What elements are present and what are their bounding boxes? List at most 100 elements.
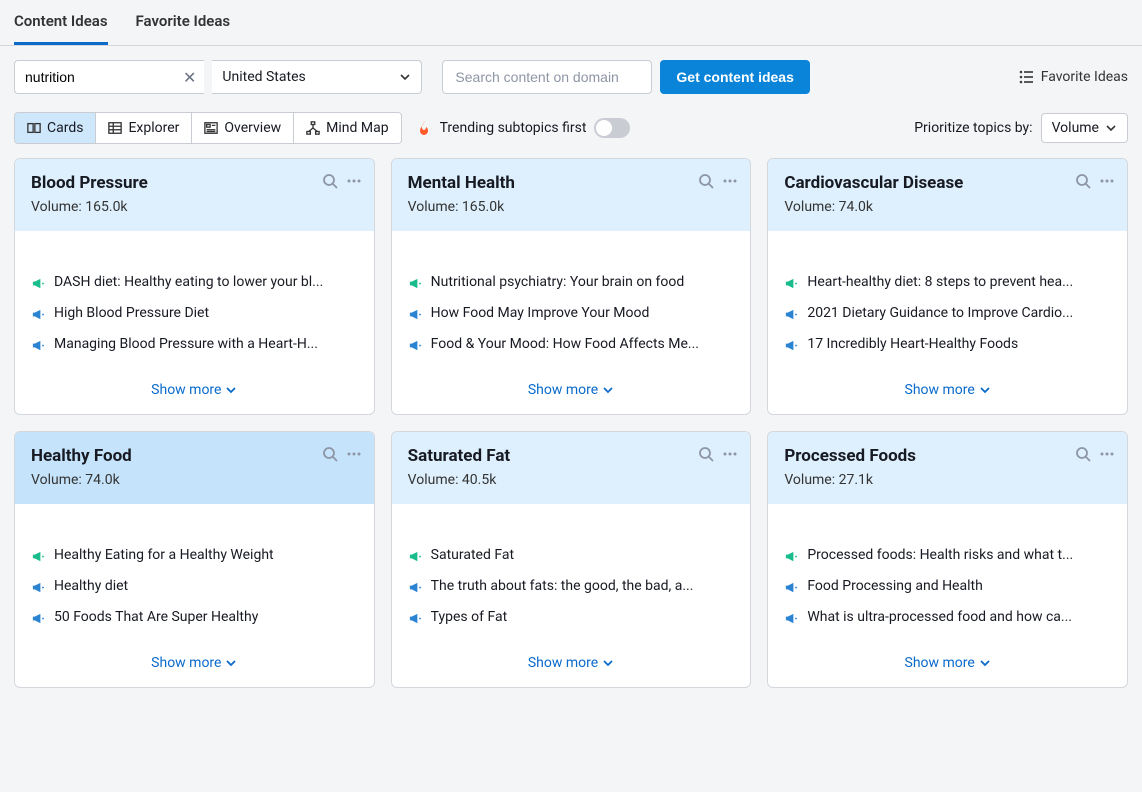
idea-text: 50 Foods That Are Super Healthy [54,609,258,625]
prioritize-select[interactable]: Volume [1041,113,1128,143]
more-icon[interactable] [1099,173,1115,189]
view-mindmap[interactable]: Mind Map [294,113,400,143]
topic-card: Healthy FoodVolume: 74.0k Healthy Eating … [14,431,375,688]
idea-text: How Food May Improve Your Mood [431,305,650,321]
bullhorn-icon [31,549,46,564]
idea-row[interactable]: Nutritional psychiatry: Your brain on fo… [408,267,735,298]
flame-icon [416,120,432,136]
idea-row[interactable]: Saturated Fat [408,540,735,571]
search-icon[interactable] [1075,446,1091,462]
card-header[interactable]: Saturated FatVolume: 40.5k [392,432,751,504]
domain-input[interactable] [442,60,652,94]
tab-favorite-ideas[interactable]: Favorite Ideas [136,0,231,45]
more-icon[interactable] [722,173,738,189]
idea-row[interactable]: How Food May Improve Your Mood [408,298,735,329]
idea-row[interactable]: Healthy Eating for a Healthy Weight [31,540,358,571]
show-more-link[interactable]: Show more [392,370,751,414]
search-toolbar: ✕ United States Get content ideas Favori… [0,46,1142,104]
card-header[interactable]: Blood PressureVolume: 165.0k [15,159,374,231]
idea-row[interactable]: DASH diet: Healthy eating to lower your … [31,267,358,298]
get-content-ideas-button[interactable]: Get content ideas [660,60,809,94]
tab-content-ideas[interactable]: Content Ideas [14,0,108,45]
idea-row[interactable]: High Blood Pressure Diet [31,298,358,329]
search-icon[interactable] [698,446,714,462]
card-title: Mental Health [408,173,735,193]
bullhorn-icon [31,307,46,322]
show-more-link[interactable]: Show more [15,370,374,414]
idea-text: Healthy Eating for a Healthy Weight [54,547,274,563]
card-title: Cardiovascular Disease [784,173,1111,193]
idea-row[interactable]: Healthy diet [31,571,358,602]
view-overview[interactable]: Overview [192,113,294,143]
bullhorn-icon [408,276,423,291]
view-explorer[interactable]: Explorer [96,113,192,143]
card-title: Blood Pressure [31,173,358,193]
idea-row[interactable]: 17 Incredibly Heart-Healthy Foods [784,329,1111,360]
more-icon[interactable] [722,446,738,462]
bullhorn-icon [31,611,46,626]
trending-label: Trending subtopics first [440,120,587,136]
more-icon[interactable] [1099,446,1115,462]
trending-toggle[interactable] [594,118,630,138]
more-icon[interactable] [346,446,362,462]
bullhorn-icon [784,338,799,353]
idea-row[interactable]: Managing Blood Pressure with a Heart-H..… [31,329,358,360]
bullhorn-icon [31,580,46,595]
idea-row[interactable]: Processed foods: Health risks and what t… [784,540,1111,571]
country-value: United States [222,69,305,85]
card-title: Healthy Food [31,446,358,466]
country-select[interactable]: United States [212,60,422,94]
card-header[interactable]: Processed FoodsVolume: 27.1k [768,432,1127,504]
keyword-input[interactable] [15,69,175,85]
card-volume: Volume: 165.0k [408,199,735,215]
idea-row[interactable]: Heart-healthy diet: 8 steps to prevent h… [784,267,1111,298]
chevron-down-icon [979,657,991,669]
chevron-down-icon [1105,122,1117,134]
prioritize-group: Prioritize topics by: Volume [914,113,1128,143]
idea-row[interactable]: Food & Your Mood: How Food Affects Me... [408,329,735,360]
card-header[interactable]: Healthy FoodVolume: 74.0k [15,432,374,504]
show-more-link[interactable]: Show more [768,643,1127,687]
show-more-label: Show more [528,382,598,398]
idea-row[interactable]: Types of Fat [408,602,735,633]
idea-row[interactable]: What is ultra-processed food and how ca.… [784,602,1111,633]
favorite-ideas-link[interactable]: Favorite Ideas [1019,69,1128,85]
idea-text: Heart-healthy diet: 8 steps to prevent h… [807,274,1073,290]
chevron-down-icon [225,384,237,396]
view-toolbar: Cards Explorer Overview Mind Map Trendin… [0,104,1142,158]
bullhorn-icon [784,549,799,564]
bullhorn-icon [408,338,423,353]
idea-row[interactable]: Food Processing and Health [784,571,1111,602]
show-more-link[interactable]: Show more [392,643,751,687]
search-icon[interactable] [322,446,338,462]
show-more-label: Show more [151,655,221,671]
idea-row[interactable]: The truth about fats: the good, the bad,… [408,571,735,602]
bullhorn-icon [408,549,423,564]
more-icon[interactable] [346,173,362,189]
show-more-link[interactable]: Show more [15,643,374,687]
view-cards[interactable]: Cards [15,113,96,143]
card-header[interactable]: Cardiovascular DiseaseVolume: 74.0k [768,159,1127,231]
trending-toggle-group: Trending subtopics first [416,118,631,138]
idea-text: What is ultra-processed food and how ca.… [807,609,1072,625]
card-body: DASH diet: Healthy eating to lower your … [15,231,374,370]
show-more-label: Show more [905,655,975,671]
search-icon[interactable] [698,173,714,189]
idea-row[interactable]: 50 Foods That Are Super Healthy [31,602,358,633]
bullhorn-icon [408,580,423,595]
idea-text: Food Processing and Health [807,578,982,594]
idea-row[interactable]: 2021 Dietary Guidance to Improve Cardio.… [784,298,1111,329]
idea-text: Food & Your Mood: How Food Affects Me... [431,336,699,352]
card-volume: Volume: 27.1k [784,472,1111,488]
clear-keyword-icon[interactable]: ✕ [175,68,204,87]
view-segmented: Cards Explorer Overview Mind Map [14,112,402,144]
card-header[interactable]: Mental Health Volume: 165.0k [392,159,751,231]
card-body: Saturated FatThe truth about fats: the g… [392,504,751,643]
topic-card: Saturated FatVolume: 40.5kSaturated FatT… [391,431,752,688]
idea-text: 17 Incredibly Heart-Healthy Foods [807,336,1018,352]
search-icon[interactable] [322,173,338,189]
show-more-link[interactable]: Show more [768,370,1127,414]
bullhorn-icon [408,307,423,322]
search-icon[interactable] [1075,173,1091,189]
idea-text: Managing Blood Pressure with a Heart-H..… [54,336,318,352]
